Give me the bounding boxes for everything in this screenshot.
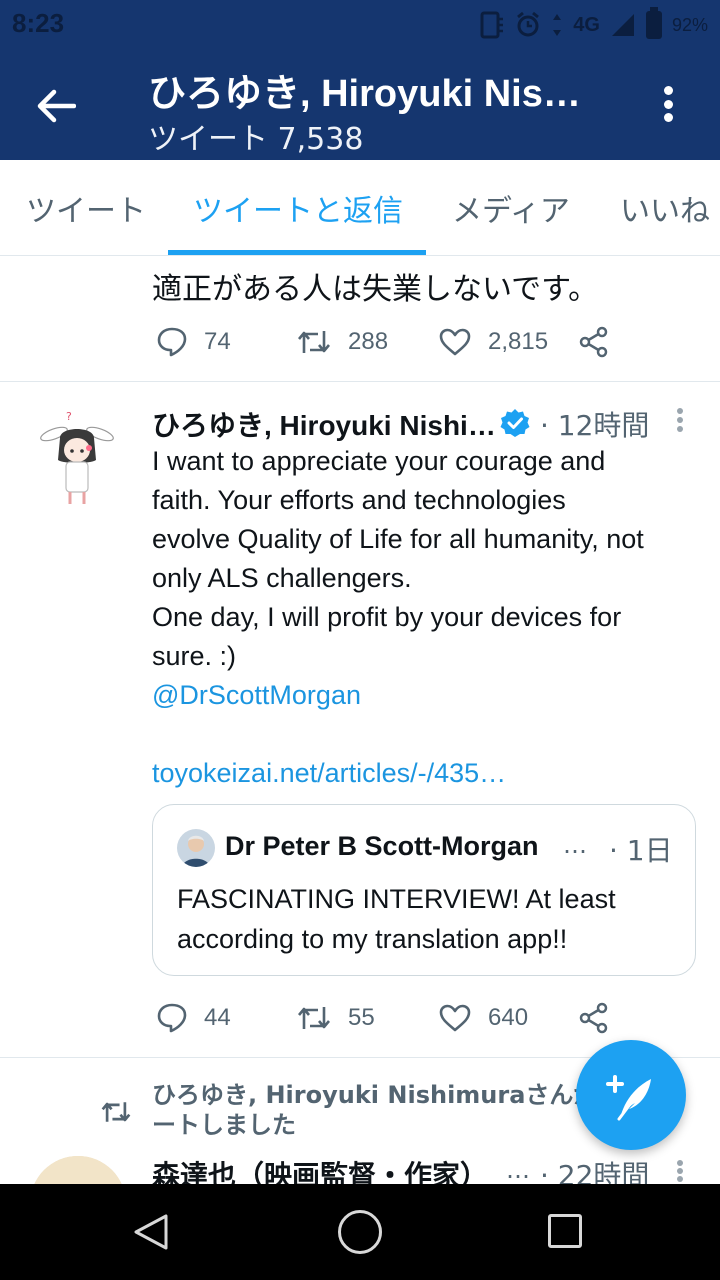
tab-media[interactable]: メディア <box>452 186 570 230</box>
alarm-icon <box>517 11 540 37</box>
mention-link[interactable]: @DrScottMorgan <box>152 676 702 715</box>
network-type: 4G <box>573 13 600 36</box>
like-button[interactable]: 640 <box>438 998 528 1038</box>
tweet-timestamp: · 12時間 <box>540 409 650 442</box>
reply-count: 44 <box>204 1004 231 1031</box>
compose-tweet-button[interactable] <box>576 1040 686 1150</box>
overflow-menu-button[interactable] <box>650 80 686 128</box>
dot-icon <box>677 408 683 414</box>
status-bar: 8:23 4G 92% <box>0 0 720 50</box>
tweet-text: 適正がある人は失業しないです。 <box>152 272 599 307</box>
author-ellipsis: … <box>506 1156 530 1184</box>
quoted-author-ellipsis: … <box>563 831 587 859</box>
quoted-author-avatar <box>177 829 215 867</box>
retweet-icon <box>298 1007 330 1029</box>
tweet-text-line: faith. Your efforts and technologies <box>152 485 566 515</box>
reply-icon <box>157 1003 187 1033</box>
compose-feather-icon <box>606 1075 651 1121</box>
nfc-icon <box>480 11 504 39</box>
retweet-icon <box>101 1102 131 1122</box>
dot-icon <box>663 113 673 122</box>
tweet-count: ツイート 7,538 <box>148 122 364 157</box>
arrow-left-icon <box>37 89 76 123</box>
retweet-count: 55 <box>348 1004 375 1031</box>
share-button[interactable] <box>578 322 610 362</box>
dot-icon <box>663 99 673 109</box>
back-button[interactable] <box>30 80 82 132</box>
tweet-text: I want to appreciate your courage and fa… <box>152 442 702 793</box>
tweet-actions: 74 288 2,815 <box>152 322 632 362</box>
like-count: 640 <box>488 1004 529 1031</box>
svg-text:?: ? <box>66 410 72 423</box>
tab-tweets-and-replies[interactable]: ツイートと返信 <box>193 186 403 230</box>
share-icon <box>579 1002 608 1034</box>
tweet-text-line: I want to appreciate your courage and <box>152 446 606 476</box>
app-header: 8:23 4G 92% ひろゆき, Hiroyuki Nishimura ツイー… <box>0 0 720 160</box>
avatar[interactable]: ? <box>36 404 118 516</box>
reply-count: 74 <box>204 328 231 355</box>
tweet-author-name[interactable]: ひろゆき, Hiroyuki Nishi… <box>152 404 496 444</box>
battery-icon <box>645 7 662 39</box>
quoted-text: FASCINATING INTERVIEW! At least accordin… <box>177 884 616 954</box>
retweet-count: 288 <box>348 328 389 355</box>
tab-tweets[interactable]: ツイート <box>26 186 146 230</box>
share-button[interactable] <box>578 998 610 1038</box>
reply-icon <box>157 327 187 357</box>
tab-likes[interactable]: いいね <box>620 186 710 230</box>
reply-button[interactable]: 74 <box>156 322 231 362</box>
system-navigation-bar <box>0 1184 720 1280</box>
quoted-tweet[interactable]: Dr Peter B Scott-Morgan … · 1日 FASCINATI… <box>152 804 696 976</box>
retweet-icon <box>298 331 330 353</box>
profile-tabs: ツイート ツイートと返信 メディア いいね <box>0 160 720 256</box>
dot-icon <box>677 1176 683 1182</box>
status-icons: 4G 92% <box>479 7 708 42</box>
quoted-timestamp: · 1日 <box>609 834 673 867</box>
like-button[interactable]: 2,815 <box>438 322 548 362</box>
nav-recents-button[interactable] <box>548 1214 582 1248</box>
dot-icon <box>677 1168 683 1174</box>
tweet-text-line: only ALS challengers. <box>152 563 412 593</box>
verified-badge-icon <box>500 409 530 437</box>
share-icon <box>579 326 608 358</box>
heart-icon <box>439 328 471 356</box>
url-link[interactable]: toyokeizai.net/articles/-/435… <box>152 754 702 793</box>
person-avatar-icon <box>177 829 215 867</box>
tweet-actions: 44 55 640 <box>152 998 632 1038</box>
reply-button[interactable]: 44 <box>156 998 231 1038</box>
tweet-text-line: evolve Quality of Life for all humanity,… <box>152 524 644 554</box>
like-count: 2,815 <box>488 328 549 355</box>
signal-icon <box>611 14 634 36</box>
retweet-button[interactable]: 55 <box>296 998 375 1038</box>
active-tab-indicator <box>168 250 426 255</box>
dot-icon <box>677 1160 683 1166</box>
tweet-text-line: sure. :) <box>152 641 237 671</box>
tweet-menu-button[interactable] <box>666 1158 694 1184</box>
dot-icon <box>663 86 673 95</box>
battery-percent: 92% <box>671 14 708 35</box>
data-arrows-icon <box>553 14 562 36</box>
page-title: ひろゆき, Hiroyuki Nishimura <box>148 73 598 115</box>
divider <box>0 381 720 382</box>
retweet-button[interactable]: 288 <box>296 322 388 362</box>
nav-home-button[interactable] <box>338 1210 382 1254</box>
dot-icon <box>677 426 683 432</box>
quoted-author-name: Dr Peter B Scott-Morgan <box>225 831 539 861</box>
status-time: 8:23 <box>12 8 65 38</box>
anime-avatar-icon: ? <box>40 410 114 504</box>
heart-icon <box>439 1004 471 1032</box>
tweet-menu-button[interactable] <box>666 404 694 436</box>
dot-icon <box>677 417 683 423</box>
tweet-text-line: One day, I will profit by your devices f… <box>152 602 622 632</box>
nav-back-icon[interactable] <box>130 1212 172 1252</box>
